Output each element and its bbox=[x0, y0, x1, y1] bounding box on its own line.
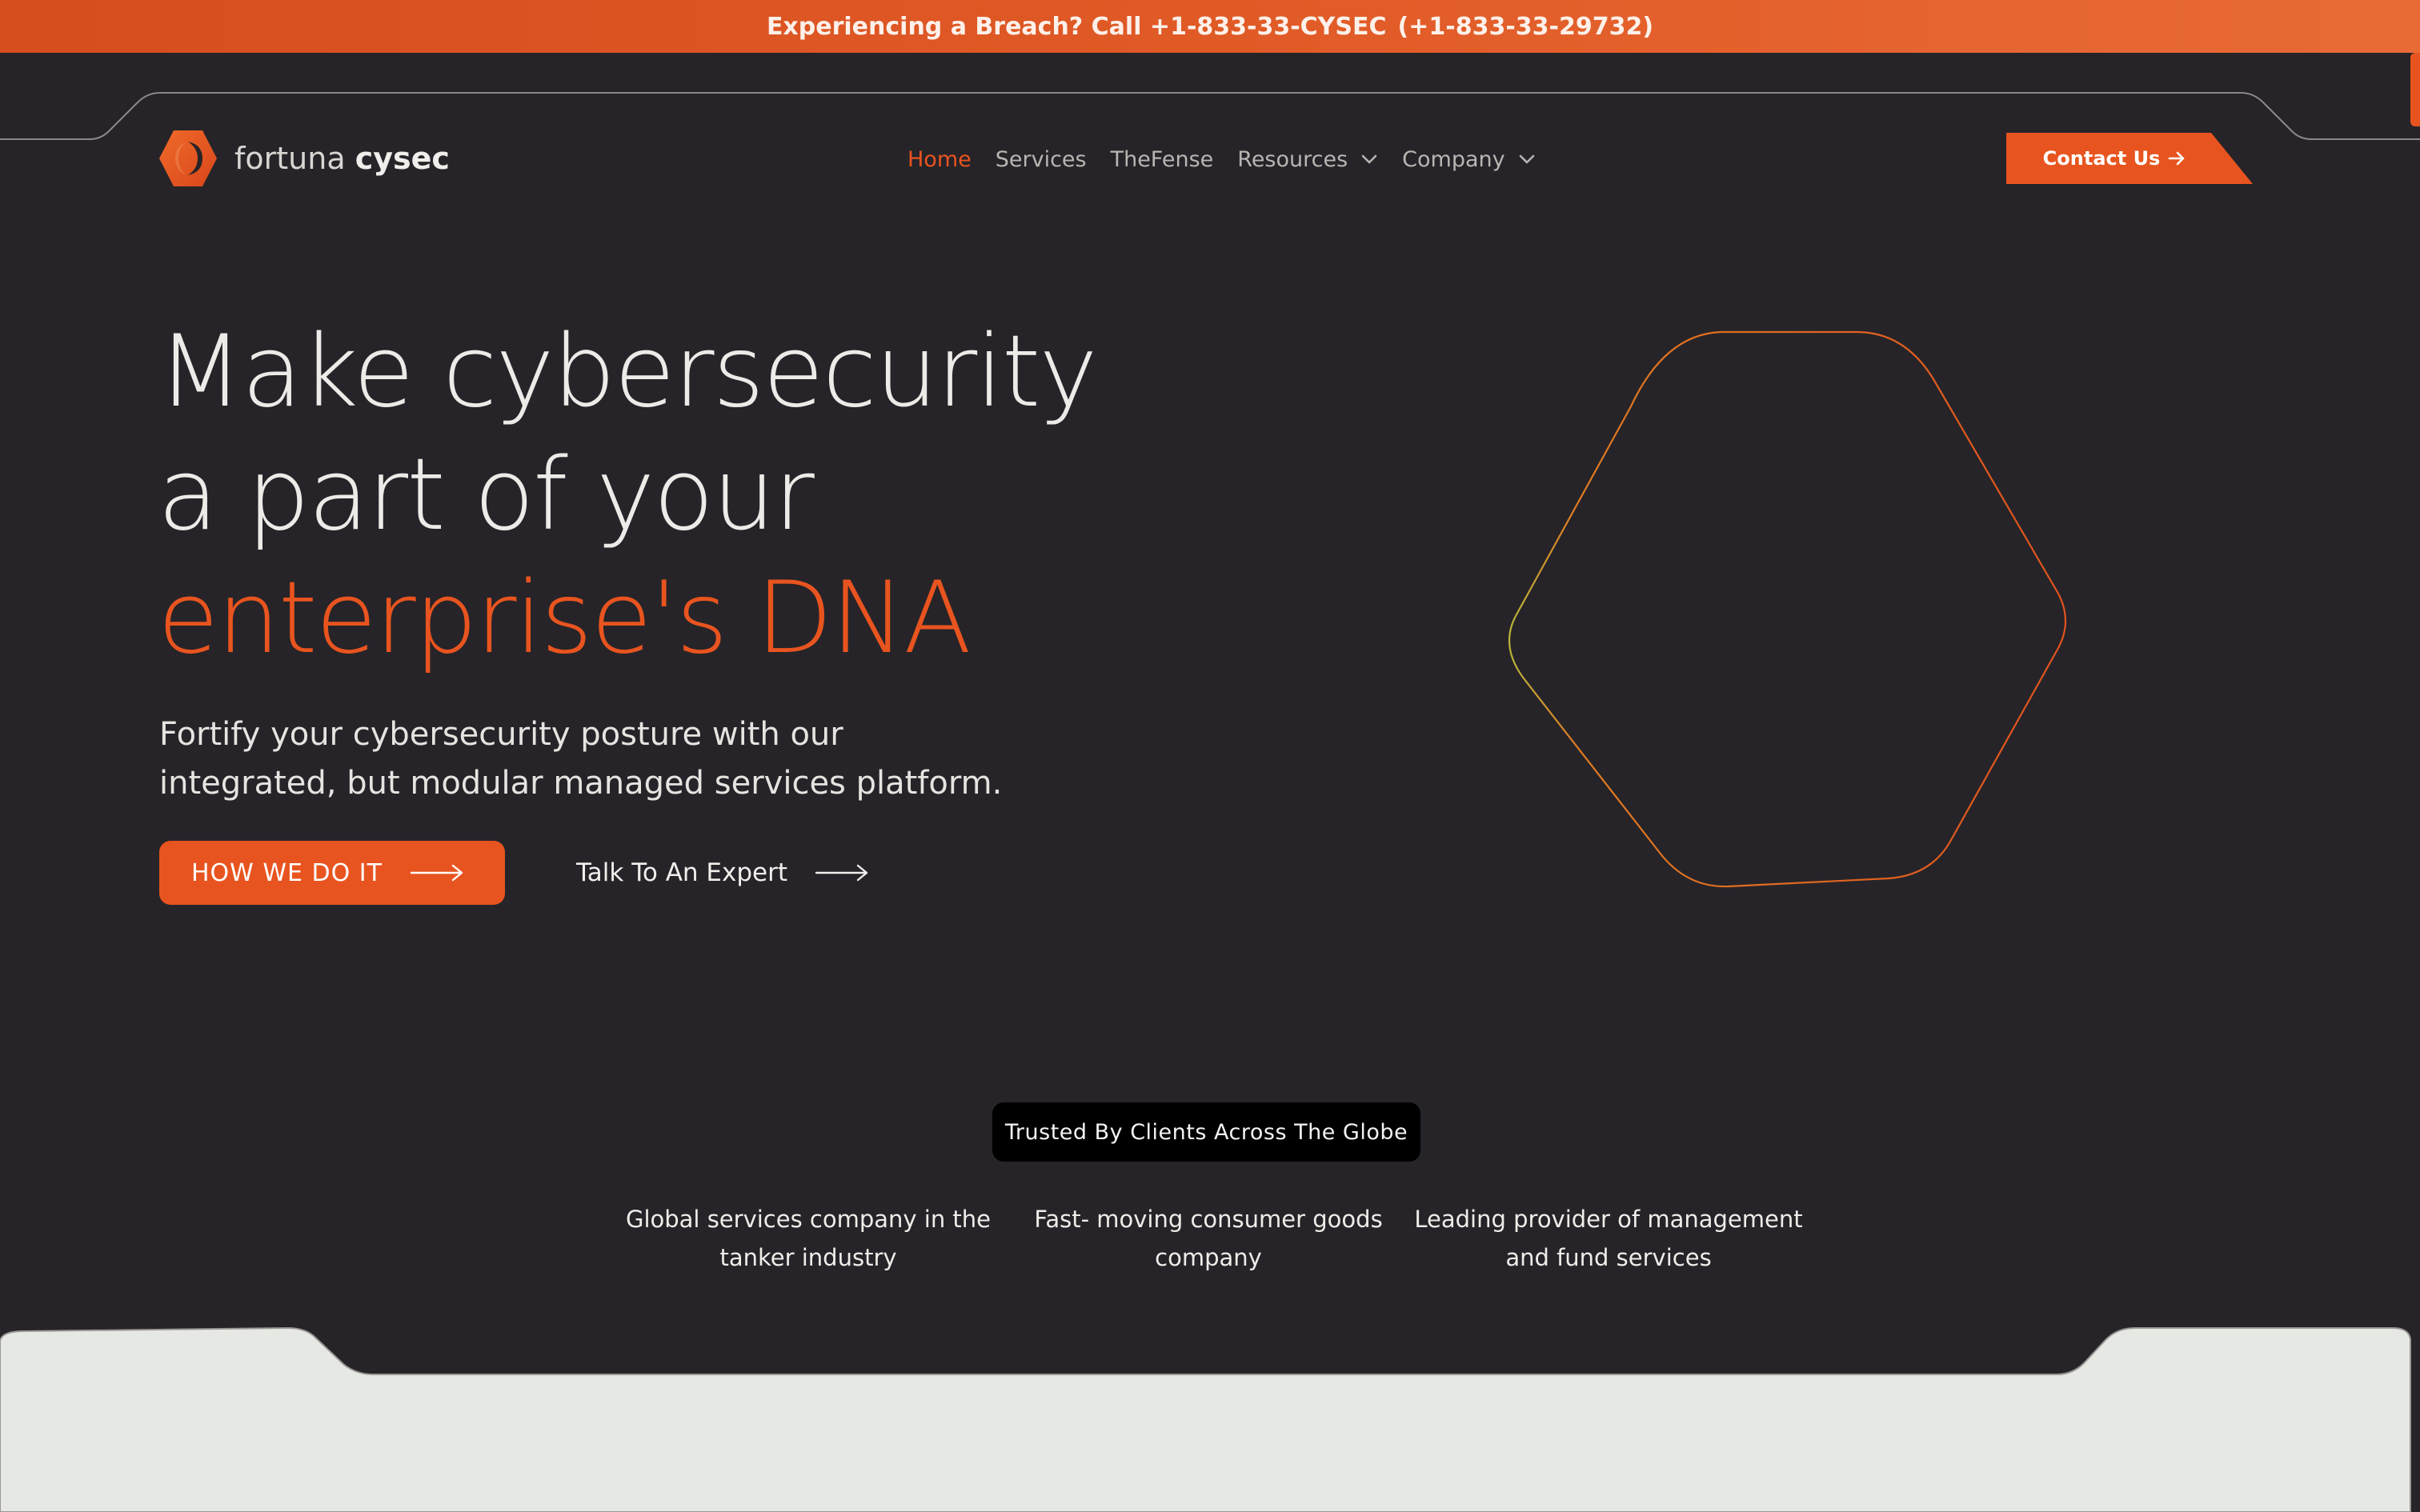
hero-subtitle: Fortify your cybersecurity posture with … bbox=[159, 710, 1080, 808]
client-item: Fast- moving consumer goods company bbox=[1008, 1200, 1408, 1277]
next-section-panel bbox=[0, 1326, 2411, 1512]
how-we-do-it-label: HOW WE DO IT bbox=[191, 858, 383, 887]
nav-item-home[interactable]: Home bbox=[908, 147, 972, 172]
chevron-down-icon bbox=[1519, 154, 1534, 164]
hero-heading-line-3: enterprise's DNA bbox=[158, 561, 972, 676]
main-nav: Home Services TheFense Resources Company bbox=[908, 142, 1536, 176]
talk-to-expert-label: Talk To An Expert bbox=[576, 858, 787, 887]
long-arrow-right-icon bbox=[410, 864, 463, 882]
arrow-right-icon bbox=[2169, 151, 2185, 166]
client-item: Global services company in the tanker in… bbox=[608, 1200, 1008, 1277]
brand-wordmark: fortuna cysec bbox=[234, 141, 450, 176]
brand-name-bold: cysec bbox=[355, 141, 450, 176]
trusted-badge-label: Trusted By Clients Across The Globe bbox=[1004, 1119, 1408, 1145]
nav-item-resources[interactable]: Resources bbox=[1237, 147, 1378, 172]
hero-subtitle-line-2: integrated, but modular managed services… bbox=[159, 765, 1003, 802]
nav-item-thefense[interactable]: TheFense bbox=[1111, 147, 1214, 172]
nav-item-label: Company bbox=[1402, 146, 1505, 172]
nav-item-company[interactable]: Company bbox=[1402, 147, 1535, 172]
alert-phone-number[interactable]: (+1-833-33-29732) bbox=[1398, 13, 1654, 41]
long-arrow-right-icon bbox=[815, 864, 868, 882]
nav-item-label: Resources bbox=[1237, 146, 1348, 172]
nav-item-label: Home bbox=[908, 146, 972, 172]
client-line: Fast- moving consumer goods bbox=[1034, 1206, 1383, 1233]
brand-logo[interactable]: fortuna cysec bbox=[158, 126, 450, 190]
hero-heading-line-1: Make cybersecurity bbox=[158, 314, 1098, 430]
talk-to-expert-button[interactable]: Talk To An Expert bbox=[576, 841, 869, 905]
contact-us-label: Contact Us bbox=[2042, 147, 2161, 170]
client-line: tanker industry bbox=[719, 1244, 897, 1271]
page: Experiencing a Breach? Call +1-833-33-CY… bbox=[0, 0, 2420, 1512]
nav-item-label: Services bbox=[995, 146, 1087, 172]
hexagon-outline-icon bbox=[1508, 330, 2066, 888]
hero-heading-line-2: a part of your bbox=[158, 438, 815, 553]
nav-item-services[interactable]: Services bbox=[996, 147, 1087, 172]
how-we-do-it-button[interactable]: HOW WE DO IT bbox=[159, 841, 505, 905]
client-line: company bbox=[1155, 1244, 1262, 1271]
client-line: and fund services bbox=[1505, 1244, 1712, 1271]
breach-alert-bar[interactable]: Experiencing a Breach? Call +1-833-33-CY… bbox=[0, 0, 2420, 53]
client-list: Global services company in the tanker in… bbox=[608, 1200, 1809, 1277]
trusted-clients-badge: Trusted By Clients Across The Globe bbox=[992, 1102, 1420, 1162]
hero-heading: Make cybersecurity a part of your enterp… bbox=[158, 310, 1198, 680]
client-line: Leading provider of management bbox=[1414, 1206, 1803, 1233]
hexagon-ring-icon bbox=[159, 130, 217, 186]
brand-name-light: fortuna bbox=[234, 141, 346, 176]
hero-subtitle-line-1: Fortify your cybersecurity posture with … bbox=[159, 716, 843, 753]
client-item: Leading provider of management and fund … bbox=[1408, 1200, 1809, 1277]
nav-item-label: TheFense bbox=[1110, 146, 1214, 172]
contact-us-button[interactable]: Contact Us bbox=[2006, 133, 2254, 184]
alert-text: Experiencing a Breach? Call +1-833-33-CY… bbox=[766, 12, 1387, 41]
client-line: Global services company in the bbox=[625, 1206, 992, 1233]
chevron-down-icon bbox=[1361, 154, 1377, 164]
